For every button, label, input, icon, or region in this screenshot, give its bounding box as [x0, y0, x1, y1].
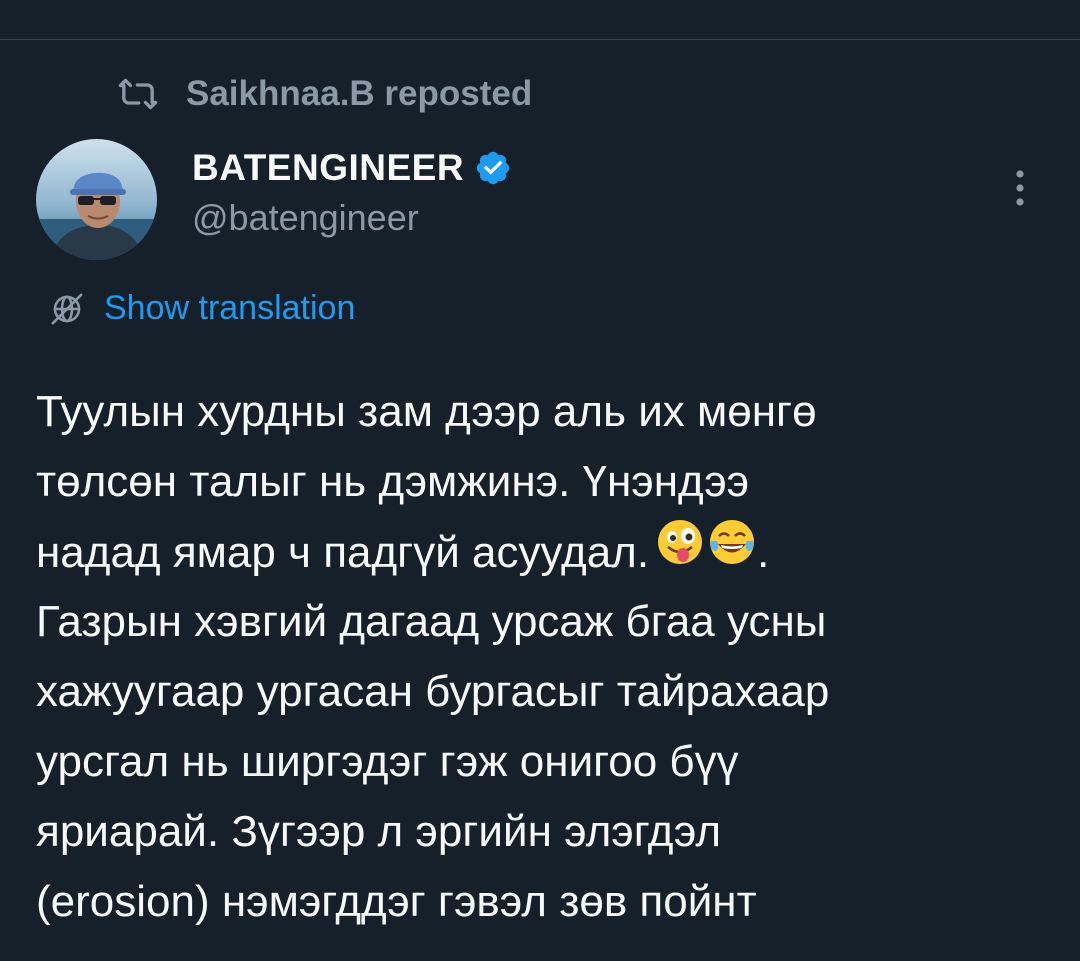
emoji-group — [655, 517, 757, 567]
tweet-line: хажуугаар ургасан бургасыг тайрахаар — [36, 667, 830, 716]
tweet-line: яриарай. Зүгээр л эргийн элэгдэл — [36, 807, 722, 856]
more-options-button[interactable] — [1004, 166, 1036, 210]
avatar[interactable] — [36, 139, 157, 260]
handle[interactable]: @batengineer — [192, 197, 512, 239]
translate-globe-icon — [51, 293, 83, 324]
more-options-icon — [1016, 170, 1024, 206]
top-divider — [0, 39, 1080, 40]
repost-icon — [118, 78, 158, 110]
tweet-line-text: надад ямар ч падгүй асуудал. — [36, 528, 650, 577]
tweet-line: Газрын хэвгий дагаад урсаж бгаа усны — [36, 597, 827, 646]
author-block: BATENGINEER @batengineer — [192, 143, 512, 239]
winking-tongue-emoji — [658, 520, 703, 564]
tweet-line: (erosion) нэмэгддэг гэвэл зөв пойнт — [36, 877, 757, 926]
show-translation-link[interactable]: Show translation — [50, 289, 355, 328]
repost-context[interactable]: Saikhnaa.B reposted — [118, 74, 532, 114]
tweet-line-with-emoji: надад ямар ч падгүй асуудал. . — [36, 517, 1046, 587]
tweet-line-suffix: . — [757, 528, 770, 577]
tweet-line: Туулын хурдны зам дээр аль их мөнгө — [36, 387, 817, 436]
avatar-photo — [36, 139, 157, 260]
verified-badge-icon — [476, 151, 510, 185]
tears-of-joy-emoji — [710, 520, 755, 564]
show-translation-label: Show translation — [104, 289, 356, 327]
tweet-line: урсгал нь ширгэдэг гэж онигоо бүү — [36, 737, 739, 786]
tweet-line: төлсөн талыг нь дэмжинэ. Үнэндээ — [36, 457, 750, 506]
display-name[interactable]: BATENGINEER — [192, 147, 464, 189]
display-name-row: BATENGINEER — [192, 143, 512, 193]
tweet-body: Туулын хурдны зам дээр аль их мөнгө төлс… — [36, 377, 1046, 937]
repost-label: Saikhnaa.B reposted — [186, 74, 533, 113]
